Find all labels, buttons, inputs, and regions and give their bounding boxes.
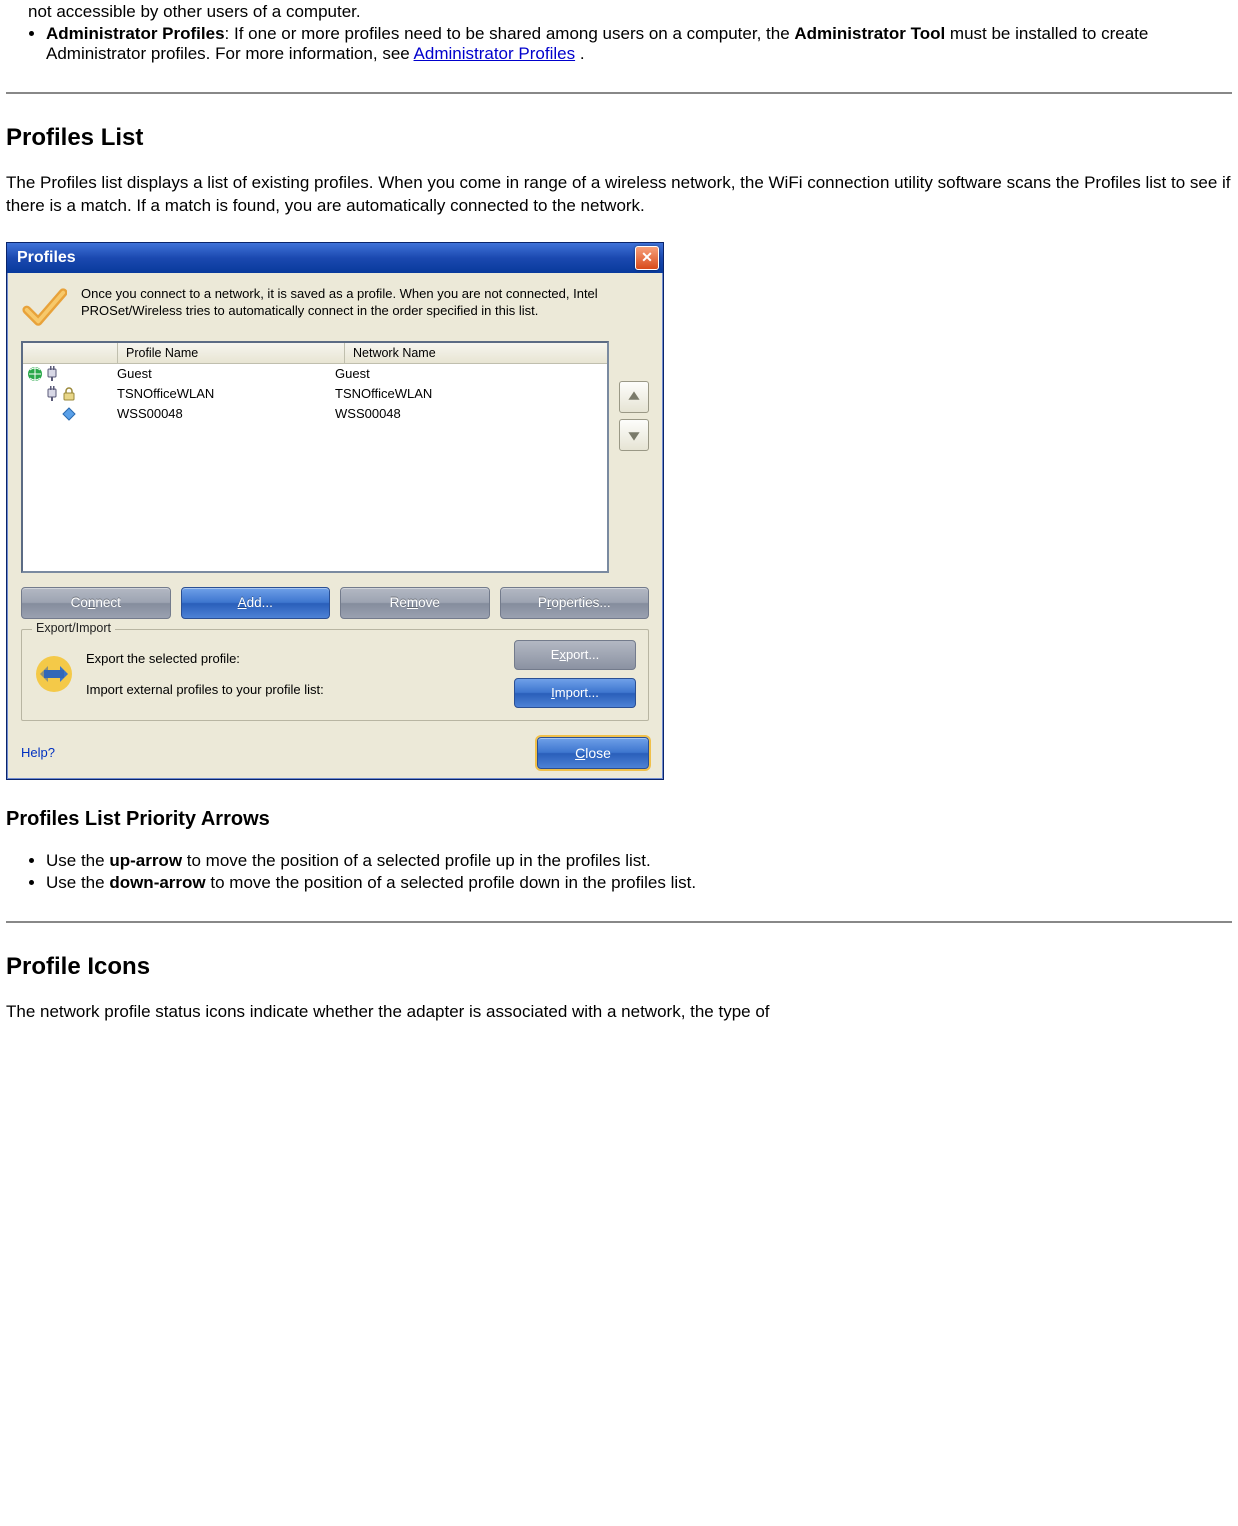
profile-name-cell: TSNOfficeWLAN	[109, 386, 327, 401]
priority-item: Use the up-arrow to move the position of…	[46, 851, 1232, 871]
col-icons-header	[23, 343, 118, 363]
network-name-cell: TSNOfficeWLAN	[327, 386, 607, 401]
list-header: Profile Name Network Name	[23, 343, 607, 364]
profile-icons-heading: Profile Icons	[6, 953, 1232, 981]
profiles-window: Profiles ✕ Once you connect to a network…	[6, 242, 664, 780]
move-up-button[interactable]	[619, 381, 649, 413]
network-name-cell: WSS00048	[327, 406, 607, 421]
bold-text: Administrator Profiles	[46, 24, 225, 43]
connect-button[interactable]: Connect	[21, 587, 171, 619]
close-icon: ✕	[641, 249, 653, 266]
transfer-icon	[34, 654, 74, 694]
export-label: Export the selected profile:	[86, 651, 502, 666]
plug-icon	[44, 366, 60, 382]
export-import-group: Export/Import Export the selected profil…	[21, 629, 649, 721]
checkmark-icon	[21, 285, 67, 331]
col-network-header: Network Name	[345, 343, 607, 363]
divider	[6, 92, 1232, 94]
profile-icons-paragraph: The network profile status icons indicat…	[6, 1001, 1232, 1024]
window-title: Profiles	[17, 249, 76, 267]
col-profile-header: Profile Name	[118, 343, 345, 363]
arrow-up-icon	[627, 390, 641, 404]
export-import-legend: Export/Import	[32, 621, 115, 635]
divider	[6, 921, 1232, 923]
window-close-button[interactable]: ✕	[635, 246, 659, 270]
properties-button[interactable]: Properties...	[500, 587, 650, 619]
profile-name-cell: WSS00048	[109, 406, 327, 421]
window-body: Once you connect to a network, it is sav…	[7, 273, 663, 779]
network-name-cell: Guest	[327, 366, 607, 381]
profile-name-cell: Guest	[109, 366, 327, 381]
list-row[interactable]: TSNOfficeWLAN TSNOfficeWLAN	[23, 384, 607, 404]
intro-trail-line: not accessible by other users of a compu…	[28, 2, 1232, 22]
profiles-list-heading: Profiles List	[6, 124, 1232, 152]
bold-text: Administrator Tool	[794, 24, 945, 43]
add-button[interactable]: Add...	[181, 587, 331, 619]
admin-profiles-link[interactable]: Administrator Profiles	[414, 44, 576, 63]
priority-arrows-heading: Profiles List Priority Arrows	[6, 808, 1232, 831]
import-label: Import external profiles to your profile…	[86, 682, 502, 697]
profiles-list-paragraph: The Profiles list displays a list of exi…	[6, 172, 1232, 218]
profiles-listbox[interactable]: Profile Name Network Name Guest Guest	[21, 341, 609, 573]
titlebar: Profiles ✕	[7, 243, 663, 273]
text: not accessible by other users of a compu…	[28, 2, 361, 21]
export-button[interactable]: Export...	[514, 640, 636, 670]
globe-icon	[27, 366, 43, 382]
text: .	[575, 44, 584, 63]
priority-list: Use the up-arrow to move the position of…	[6, 851, 1232, 893]
remove-button[interactable]: Remove	[340, 587, 490, 619]
arrow-down-icon	[627, 428, 641, 442]
import-button[interactable]: Import...	[514, 678, 636, 708]
help-link[interactable]: Help?	[21, 745, 55, 760]
plug-icon	[44, 386, 60, 402]
move-down-button[interactable]	[619, 419, 649, 451]
intro-bullet-list: not accessible by other users of a compu…	[6, 2, 1232, 64]
text: : If one or more profiles need to be sha…	[225, 24, 795, 43]
admin-profiles-bullet: Administrator Profiles: If one or more p…	[46, 24, 1232, 64]
list-row[interactable]: Guest Guest	[23, 364, 607, 384]
lock-icon	[61, 386, 77, 402]
list-row[interactable]: WSS00048 WSS00048	[23, 404, 607, 424]
window-intro-text: Once you connect to a network, it is sav…	[81, 285, 649, 331]
priority-item: Use the down-arrow to move the position …	[46, 873, 1232, 893]
tag-icon	[61, 406, 77, 422]
close-button[interactable]: Close	[537, 737, 649, 769]
